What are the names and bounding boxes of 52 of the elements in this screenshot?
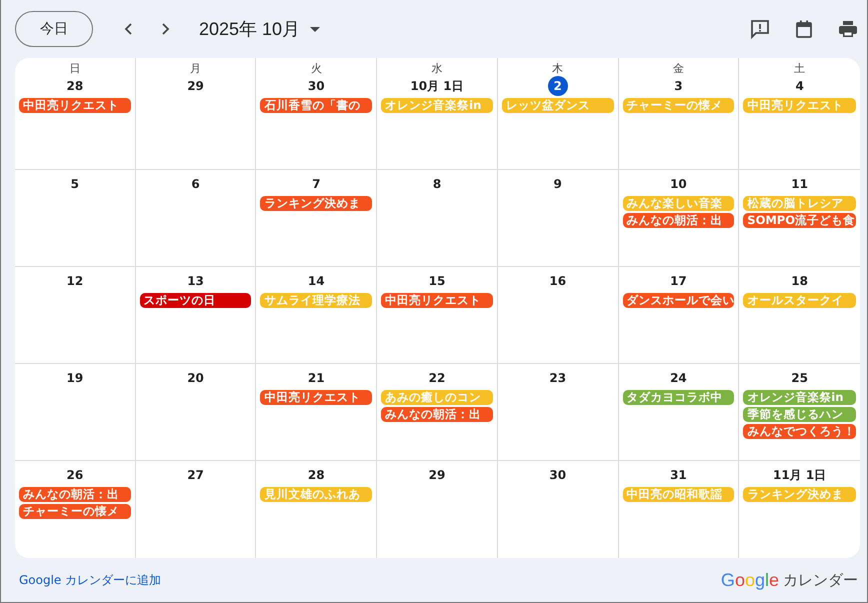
date-number[interactable]: 20	[187, 368, 204, 388]
date-number[interactable]: 23	[549, 368, 566, 388]
event-chip[interactable]: スポーツの日	[140, 293, 252, 308]
date-number[interactable]: 10月 1日	[410, 76, 464, 96]
date-number[interactable]: 30	[308, 76, 325, 96]
date-number[interactable]: 2	[548, 76, 568, 96]
google-logo: Google	[720, 570, 779, 590]
date-number[interactable]: 11月 1日	[773, 465, 826, 485]
date-number[interactable]: 22	[428, 368, 446, 388]
month-label[interactable]: 2025年 10月	[199, 17, 300, 41]
date-number[interactable]: 7	[312, 174, 320, 194]
date-number[interactable]: 12	[66, 271, 84, 291]
date-number[interactable]: 17	[670, 271, 687, 291]
date-number[interactable]: 21	[308, 368, 325, 388]
date-number[interactable]: 6	[191, 174, 200, 194]
date-number[interactable]: 18	[791, 271, 808, 291]
weekday-label: 木	[552, 62, 564, 76]
date-number[interactable]: 3	[674, 76, 683, 96]
date-number[interactable]: 24	[670, 368, 687, 388]
date-number[interactable]: 28	[308, 465, 325, 485]
feedback-icon[interactable]	[750, 19, 770, 39]
weekday-label: 月	[190, 62, 202, 76]
date-number[interactable]: 15	[428, 271, 446, 291]
date-number[interactable]: 30	[549, 465, 566, 485]
weekday-label: 火	[310, 62, 322, 76]
date-number[interactable]: 28	[66, 76, 84, 96]
date-number[interactable]: 26	[66, 465, 84, 485]
print-icon[interactable]	[838, 19, 858, 39]
product-name: カレンダー	[783, 570, 858, 590]
weekday-label: 日	[69, 62, 80, 76]
date-number[interactable]: 4	[795, 76, 804, 96]
date-number[interactable]: 8	[432, 174, 442, 194]
caret-icon[interactable]	[310, 26, 320, 32]
weekday-label: 土	[794, 62, 806, 76]
date-number[interactable]: 27	[187, 465, 204, 485]
calendar-icon[interactable]	[794, 19, 814, 39]
date-number[interactable]: 25	[791, 368, 808, 388]
today-button[interactable]: 今日	[15, 11, 93, 47]
date-number[interactable]: 19	[66, 368, 84, 388]
date-number[interactable]: 14	[308, 271, 325, 291]
date-number[interactable]: 5	[70, 174, 80, 194]
add-to-calendar-link[interactable]: Google カレンダーに追加	[19, 572, 162, 588]
weekday-label: 水	[431, 62, 442, 76]
date-number[interactable]: 10	[670, 174, 687, 194]
date-number[interactable]: 9	[554, 174, 562, 194]
date-number[interactable]: 11	[791, 174, 808, 194]
weekday-label: 金	[672, 62, 684, 76]
date-number[interactable]: 16	[549, 271, 566, 291]
date-number[interactable]: 13	[187, 271, 204, 291]
date-number[interactable]: 29	[428, 465, 446, 485]
date-number[interactable]: 29	[187, 76, 204, 96]
date-number[interactable]: 31	[670, 465, 687, 485]
